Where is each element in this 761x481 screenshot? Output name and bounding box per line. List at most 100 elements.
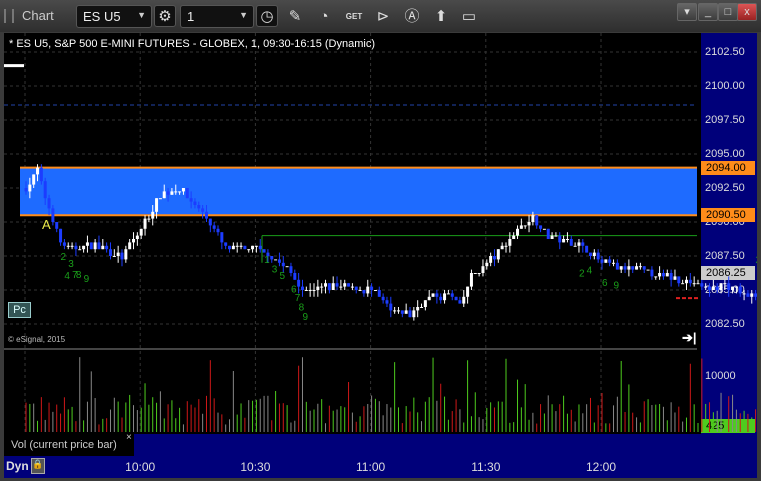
candle (577, 242, 581, 246)
dock-button[interactable]: ▾ (677, 3, 697, 21)
candle (105, 245, 109, 250)
candle (738, 286, 742, 294)
lock-icon[interactable]: 🔒 (31, 458, 45, 474)
dynamic-mode[interactable]: Dyn (6, 459, 29, 473)
go-to-end-icon[interactable]: ➔| (682, 330, 697, 346)
count-label: 6 (602, 278, 608, 289)
candle (727, 283, 731, 290)
time-tick: 10:30 (240, 460, 271, 474)
candle (85, 242, 89, 246)
chart-header: * ES U5, S&P 500 E-MINI FUTURES - GLOBEX… (9, 38, 375, 50)
candle (216, 228, 220, 233)
candle (681, 283, 685, 285)
candle (558, 235, 562, 243)
get-icon[interactable]: GET (343, 6, 365, 28)
supply-zone (20, 167, 697, 216)
candle (389, 303, 393, 311)
symbol-select[interactable]: ES U5 ▼ (76, 5, 152, 28)
candle (158, 198, 162, 200)
count-label: 2 (579, 268, 585, 279)
candle (477, 273, 481, 274)
candle (350, 286, 354, 288)
candle (416, 307, 420, 311)
candle (124, 249, 128, 260)
candle (59, 228, 63, 243)
candle (489, 256, 493, 263)
candle (581, 242, 585, 246)
candle (412, 310, 416, 318)
close-icon[interactable]: × (126, 432, 132, 443)
candle (174, 191, 178, 193)
candle (208, 218, 212, 226)
count-label: 2 (61, 252, 67, 263)
link-icon[interactable]: ⬆ (430, 6, 452, 28)
time-tick: 12:00 (585, 460, 617, 474)
candle (650, 269, 654, 277)
candle (362, 290, 366, 294)
interval-select[interactable]: 1 ▼ (180, 5, 254, 28)
candle (420, 307, 424, 308)
candle (554, 235, 558, 237)
clock-icon[interactable]: ◷ (256, 5, 278, 27)
candle (542, 228, 546, 230)
title-bar: Chart ES U5 ▼ ⚙ 1 ▼ ◷ ✎ ◔ GET ⊳ Ⓐ ⬆ ▭ ▾ _ … (0, 0, 761, 32)
candle (128, 242, 132, 250)
candle (231, 245, 235, 250)
candle (166, 191, 170, 195)
play-icon[interactable]: ⊳ (372, 6, 394, 28)
count-label: 2 (756, 255, 757, 266)
candle (312, 290, 316, 291)
candle (151, 211, 155, 219)
candle (43, 181, 47, 199)
pc-button[interactable]: Pc (8, 302, 31, 318)
candle (82, 245, 86, 250)
candle (569, 239, 573, 246)
candle (619, 266, 623, 270)
candle (715, 286, 719, 290)
candle (504, 245, 508, 247)
candle (300, 286, 304, 290)
candle (385, 300, 389, 304)
candle (688, 279, 692, 284)
candle (162, 191, 166, 199)
drag-grip-icon[interactable] (4, 9, 14, 23)
candle (274, 259, 278, 261)
candle (700, 283, 704, 287)
alert-icon[interactable]: Ⓐ (401, 6, 423, 28)
candle (711, 286, 715, 290)
candle (446, 293, 450, 295)
candle (588, 252, 592, 256)
candle (39, 167, 43, 182)
study-tab-bar: Vol (current price bar) × (4, 432, 701, 456)
candle (243, 245, 247, 250)
time-axis[interactable]: Dyn 🔒 10:00 10:30 11:00 11:30 12:00 (4, 456, 757, 478)
pencil-icon[interactable]: ✎ (284, 6, 306, 28)
close-button[interactable]: x (737, 3, 757, 21)
time-tick: 11:00 (356, 460, 386, 474)
chart-panel[interactable]: 2102.502100.002097.502095.002092.502090.… (4, 33, 757, 478)
candle (347, 283, 351, 287)
candle (492, 256, 496, 260)
candle (193, 201, 197, 205)
candle (469, 273, 473, 287)
chart-style-icon[interactable]: ◔ (313, 6, 335, 28)
candle (742, 293, 746, 295)
comment-icon[interactable]: ▭ (458, 6, 480, 28)
candle (661, 273, 665, 277)
candle (427, 296, 431, 301)
maximize-button[interactable]: □ (718, 3, 738, 21)
count-label: 4 (587, 266, 593, 277)
candle (615, 262, 619, 270)
candle (331, 283, 335, 290)
chart-canvas[interactable]: A23478913567892469245 (4, 33, 757, 456)
candle (508, 239, 512, 246)
candle (396, 310, 400, 312)
volume-tab[interactable]: Vol (current price bar) × (4, 432, 134, 456)
candle (327, 283, 331, 290)
candle (116, 252, 120, 256)
candle (546, 228, 550, 239)
candle (623, 266, 627, 270)
minimize-button[interactable]: _ (698, 3, 718, 21)
gear-icon[interactable]: ⚙ (154, 5, 176, 27)
candle (36, 167, 40, 175)
